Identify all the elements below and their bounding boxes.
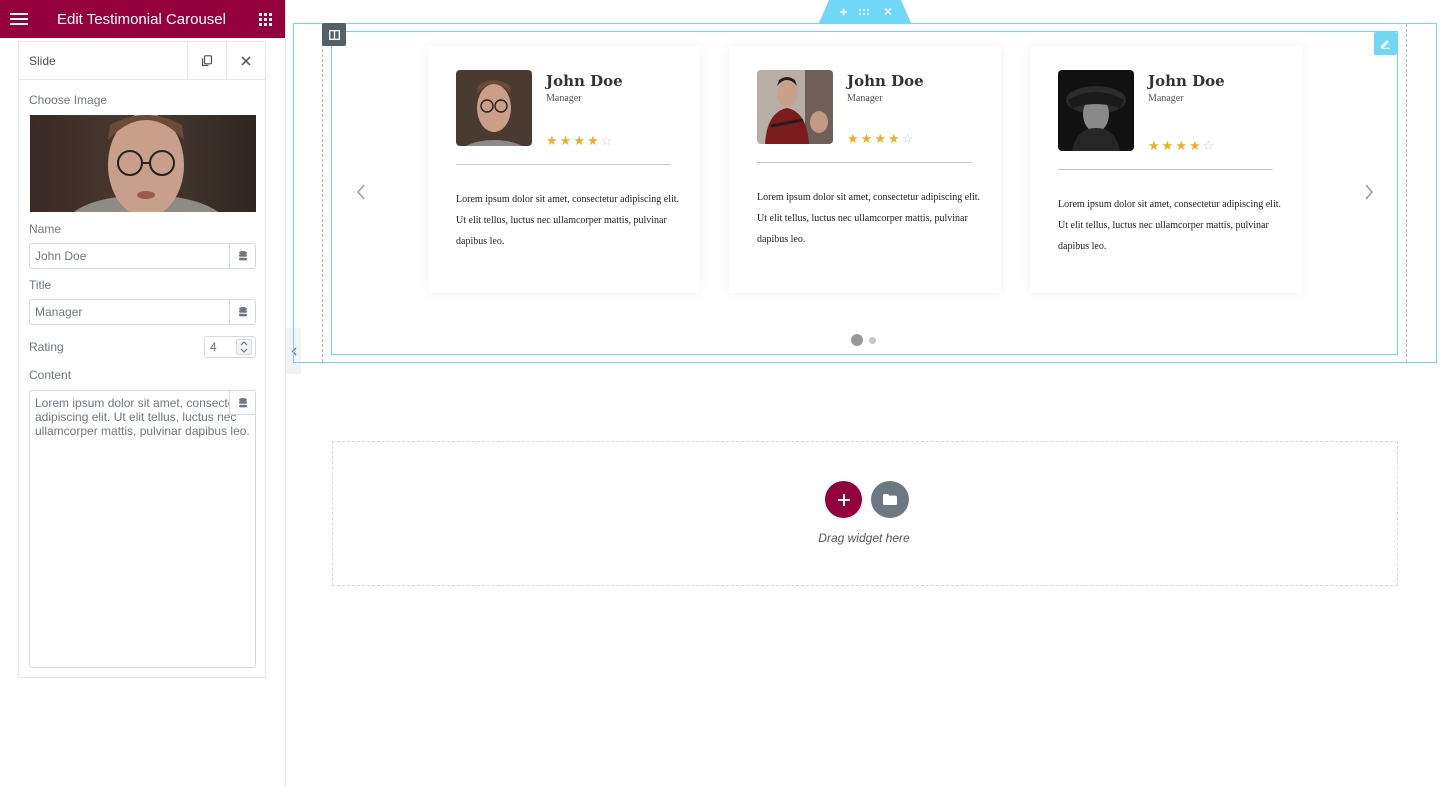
folder-icon [883, 494, 897, 505]
star-outline-icon: ☆ [600, 133, 615, 148]
carousel-next-arrow[interactable] [1359, 180, 1379, 204]
star-icon: ★ [546, 133, 560, 148]
divider [456, 164, 671, 165]
avatar [757, 70, 833, 144]
star-rating: ★★★★☆ [847, 131, 915, 147]
dynamic-tags-icon[interactable] [229, 391, 255, 415]
name-field[interactable]: John Doe [29, 243, 256, 269]
content-textarea[interactable]: Lorem ipsum dolor sit amet, consectet ad… [29, 390, 256, 668]
star-icon: ★ [1148, 138, 1162, 153]
title-value: Manager [35, 305, 83, 319]
slide-repeater-item: Slide Choose Image Name John Doe Title M… [18, 41, 266, 678]
testimonial-card[interactable]: John Doe Manager ★★★★☆ Lorem ipsum dolor… [1030, 46, 1302, 293]
image-preview[interactable] [30, 115, 256, 212]
pagination-dot-active[interactable] [851, 334, 863, 346]
repeater-item-title[interactable]: Slide [19, 42, 187, 79]
star-icon: ★ [559, 133, 574, 148]
editor-topbar: Edit Testimonial Carousel [0, 0, 285, 38]
star-icon: ★ [586, 133, 601, 148]
pagination-dot[interactable] [869, 336, 876, 344]
name-value: John Doe [35, 249, 87, 263]
dynamic-tags-icon[interactable] [229, 244, 255, 268]
template-library-button[interactable] [871, 481, 909, 518]
rating-stepper[interactable]: 4 [204, 336, 256, 358]
divider [1058, 169, 1273, 170]
star-icon: ★ [1175, 138, 1189, 153]
star-outline-icon: ☆ [1202, 138, 1217, 153]
image-label: Choose Image [29, 93, 108, 107]
edit-widget-icon[interactable] [1374, 32, 1397, 55]
add-section-button[interactable] [825, 481, 862, 518]
column-divider [322, 24, 323, 362]
duplicate-icon[interactable] [187, 42, 226, 79]
repeater-item-header[interactable]: Slide [19, 42, 265, 80]
avatar [456, 70, 532, 146]
testimonial-content: Lorem ipsum dolor sit amet, consectetur … [1058, 199, 1282, 252]
stepper-arrows-icon[interactable] [236, 339, 252, 355]
star-icon: ★ [847, 131, 861, 146]
name-label: Name [29, 222, 62, 236]
apps-grid-icon[interactable] [245, 0, 285, 38]
divider [757, 162, 972, 163]
content-value: Lorem ipsum dolor sit amet, consectet ad… [35, 396, 250, 438]
star-rating: ★★★★☆ [546, 133, 614, 149]
star-outline-icon: ☆ [901, 131, 916, 146]
testimonial-name: John Doe [1148, 72, 1225, 90]
title-field[interactable]: Manager [29, 299, 256, 325]
column-divider [1406, 24, 1407, 362]
panel-title: Edit Testimonial Carousel [57, 10, 226, 28]
testimonial-title: Manager [546, 93, 582, 104]
star-rating: ★★★★☆ [1148, 138, 1216, 154]
carousel-pagination [851, 334, 876, 346]
content-label: Content [29, 368, 72, 382]
rating-value: 4 [210, 340, 217, 354]
empty-section-dropzone[interactable] [332, 441, 1398, 586]
testimonial-title: Manager [847, 93, 883, 104]
star-icon: ★ [573, 133, 587, 148]
editor-sidebar: Edit Testimonial Carousel Slide Choose I… [0, 0, 286, 786]
section-handle[interactable] [819, 0, 911, 23]
column-handle-icon[interactable] [322, 23, 346, 46]
dropzone-hint: Drag widget here [818, 531, 910, 545]
star-icon: ★ [1188, 138, 1203, 153]
testimonial-content: Lorem ipsum dolor sit amet, consectetur … [456, 194, 680, 247]
avatar [1058, 70, 1134, 151]
close-icon[interactable] [226, 42, 265, 79]
carousel-prev-arrow[interactable] [351, 180, 371, 204]
star-icon: ★ [874, 131, 888, 146]
star-icon: ★ [887, 131, 902, 146]
testimonial-content: Lorem ipsum dolor sit amet, consectetur … [757, 192, 981, 245]
star-icon: ★ [1161, 138, 1176, 153]
hamburger-icon[interactable] [0, 0, 38, 38]
testimonial-name: John Doe [847, 72, 924, 90]
dynamic-tags-icon[interactable] [229, 300, 255, 324]
testimonial-card[interactable]: John Doe Manager ★★★★☆ Lorem ipsum dolor… [428, 46, 700, 293]
testimonial-title: Manager [1148, 93, 1184, 104]
testimonial-name: John Doe [546, 72, 623, 90]
star-icon: ★ [860, 131, 875, 146]
rating-label: Rating [29, 340, 64, 354]
testimonial-card[interactable]: John Doe Manager ★★★★☆ Lorem ipsum dolor… [729, 46, 1001, 293]
title-label: Title [29, 278, 52, 292]
